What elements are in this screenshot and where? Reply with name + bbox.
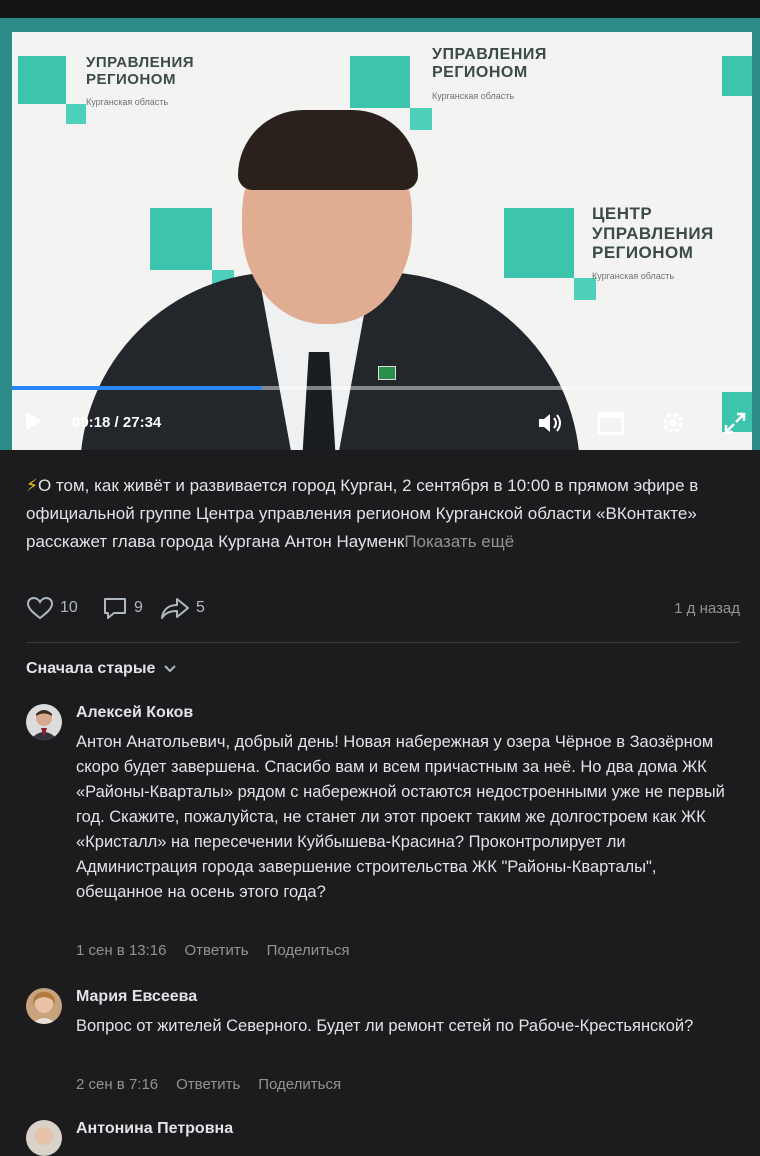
time-display: 09:18 / 27:34 [72,402,161,442]
total-time: 27:34 [122,413,162,431]
backdrop-square [410,108,432,130]
comment-text: Антон Анатольевич, добрый день! Новая на… [76,733,725,901]
comment-item: Алексей Коков Антон Анатольевич, добрый … [26,704,740,964]
comment-button[interactable]: 9 [102,596,143,620]
comment-meta: 2 сен в 7:16 Ответить Поделиться [76,1076,341,1093]
avatar[interactable] [26,1120,62,1156]
settings-icon[interactable] [658,408,688,438]
backdrop-square [722,56,752,96]
branding-line: УПРАВЛЕНИЯ [592,223,714,243]
backdrop-square [574,278,596,300]
post-body: О том, как живёт и развивается город Кур… [26,476,699,551]
share-button[interactable]: 5 [160,596,205,620]
branding-sub: Курганская область [592,270,675,281]
comment-text: Вопрос от жителей Северного. Будет ли ре… [76,1017,694,1035]
speaker-hair [238,110,418,190]
time-separator: / [110,413,123,431]
reply-button[interactable]: Ответить [176,1076,240,1093]
share-comment-button[interactable]: Поделиться [258,1076,341,1093]
comment-item: Антонина Петровна [26,1120,740,1156]
lapel-pin [378,366,396,380]
progress-bar[interactable] [12,386,752,390]
play-icon[interactable] [18,406,48,436]
fullscreen-icon[interactable] [720,408,750,438]
branding-line: ЦЕНТР [592,204,653,223]
comment-icon [104,598,126,619]
chevron-down-icon [164,665,177,673]
comment-count: 9 [134,599,143,616]
branding-sub: Курганская область [432,90,515,101]
branding-right: ЦЕНТР УПРАВЛЕНИЯ РЕГИОНОМ Курганская обл… [592,204,714,281]
branding-line: РЕГИОНОМ [86,71,176,89]
branding-line: РЕГИОНОМ [592,243,694,263]
post-text: ⚡О том, как живёт и развивается город Ку… [26,472,726,556]
branding-top-left: УПРАВЛЕНИЯ РЕГИОНОМ Курганская область [86,54,194,107]
avatar[interactable] [26,988,62,1024]
comment-meta: 1 сен в 13:16 Ответить Поделиться [76,942,349,959]
branding-sub: Курганская область [86,96,169,107]
lightning-emoji: ⚡ [26,476,38,495]
heart-icon [26,596,54,620]
post-actions: 10 9 5 1 д назад [26,596,740,624]
current-time: 09:18 [72,413,111,431]
comment-date[interactable]: 1 сен в 13:16 [76,942,166,959]
comment-date[interactable]: 2 сен в 7:16 [76,1076,158,1093]
share-comment-button[interactable]: Поделиться [267,942,350,959]
share-count: 5 [196,599,205,616]
backdrop-square [18,56,66,104]
avatar[interactable] [26,704,62,740]
comment-author[interactable]: Антонина Петровна [76,1120,233,1138]
share-icon [161,598,189,619]
branding-line: РЕГИОНОМ [432,64,528,82]
video-player[interactable]: УПРАВЛЕНИЯ РЕГИОНОМ Курганская область У… [0,18,760,450]
backdrop-square [150,208,212,270]
post-time: 1 д назад [674,600,740,617]
branding-line: УПРАВЛЕНИЯ [86,54,195,71]
volume-icon[interactable] [536,408,566,438]
sort-label: Сначала старые [26,660,156,677]
progress-fill [12,386,263,390]
comment-author[interactable]: Мария Евсеева [76,988,197,1006]
backdrop-square [350,56,410,108]
branding-top-mid: УПРАВЛЕНИЯ РЕГИОНОМ Курганская область [432,46,547,101]
status-bar [0,0,760,18]
comment-item: Мария Евсеева Вопрос от жителей Северног… [26,988,740,1098]
reply-button[interactable]: Ответить [184,942,248,959]
miniplayer-icon[interactable] [596,408,626,438]
backdrop-square [504,208,574,278]
divider [26,642,740,643]
comment-author[interactable]: Алексей Коков [76,704,193,722]
show-more-link[interactable]: Показать ещё [404,532,514,551]
like-count: 10 [60,599,78,616]
branding-line: УПРАВЛЕНИЯ [432,46,547,63]
sort-dropdown[interactable]: Сначала старые [26,660,177,678]
like-button[interactable]: 10 [26,596,78,620]
backdrop-square [66,104,86,124]
